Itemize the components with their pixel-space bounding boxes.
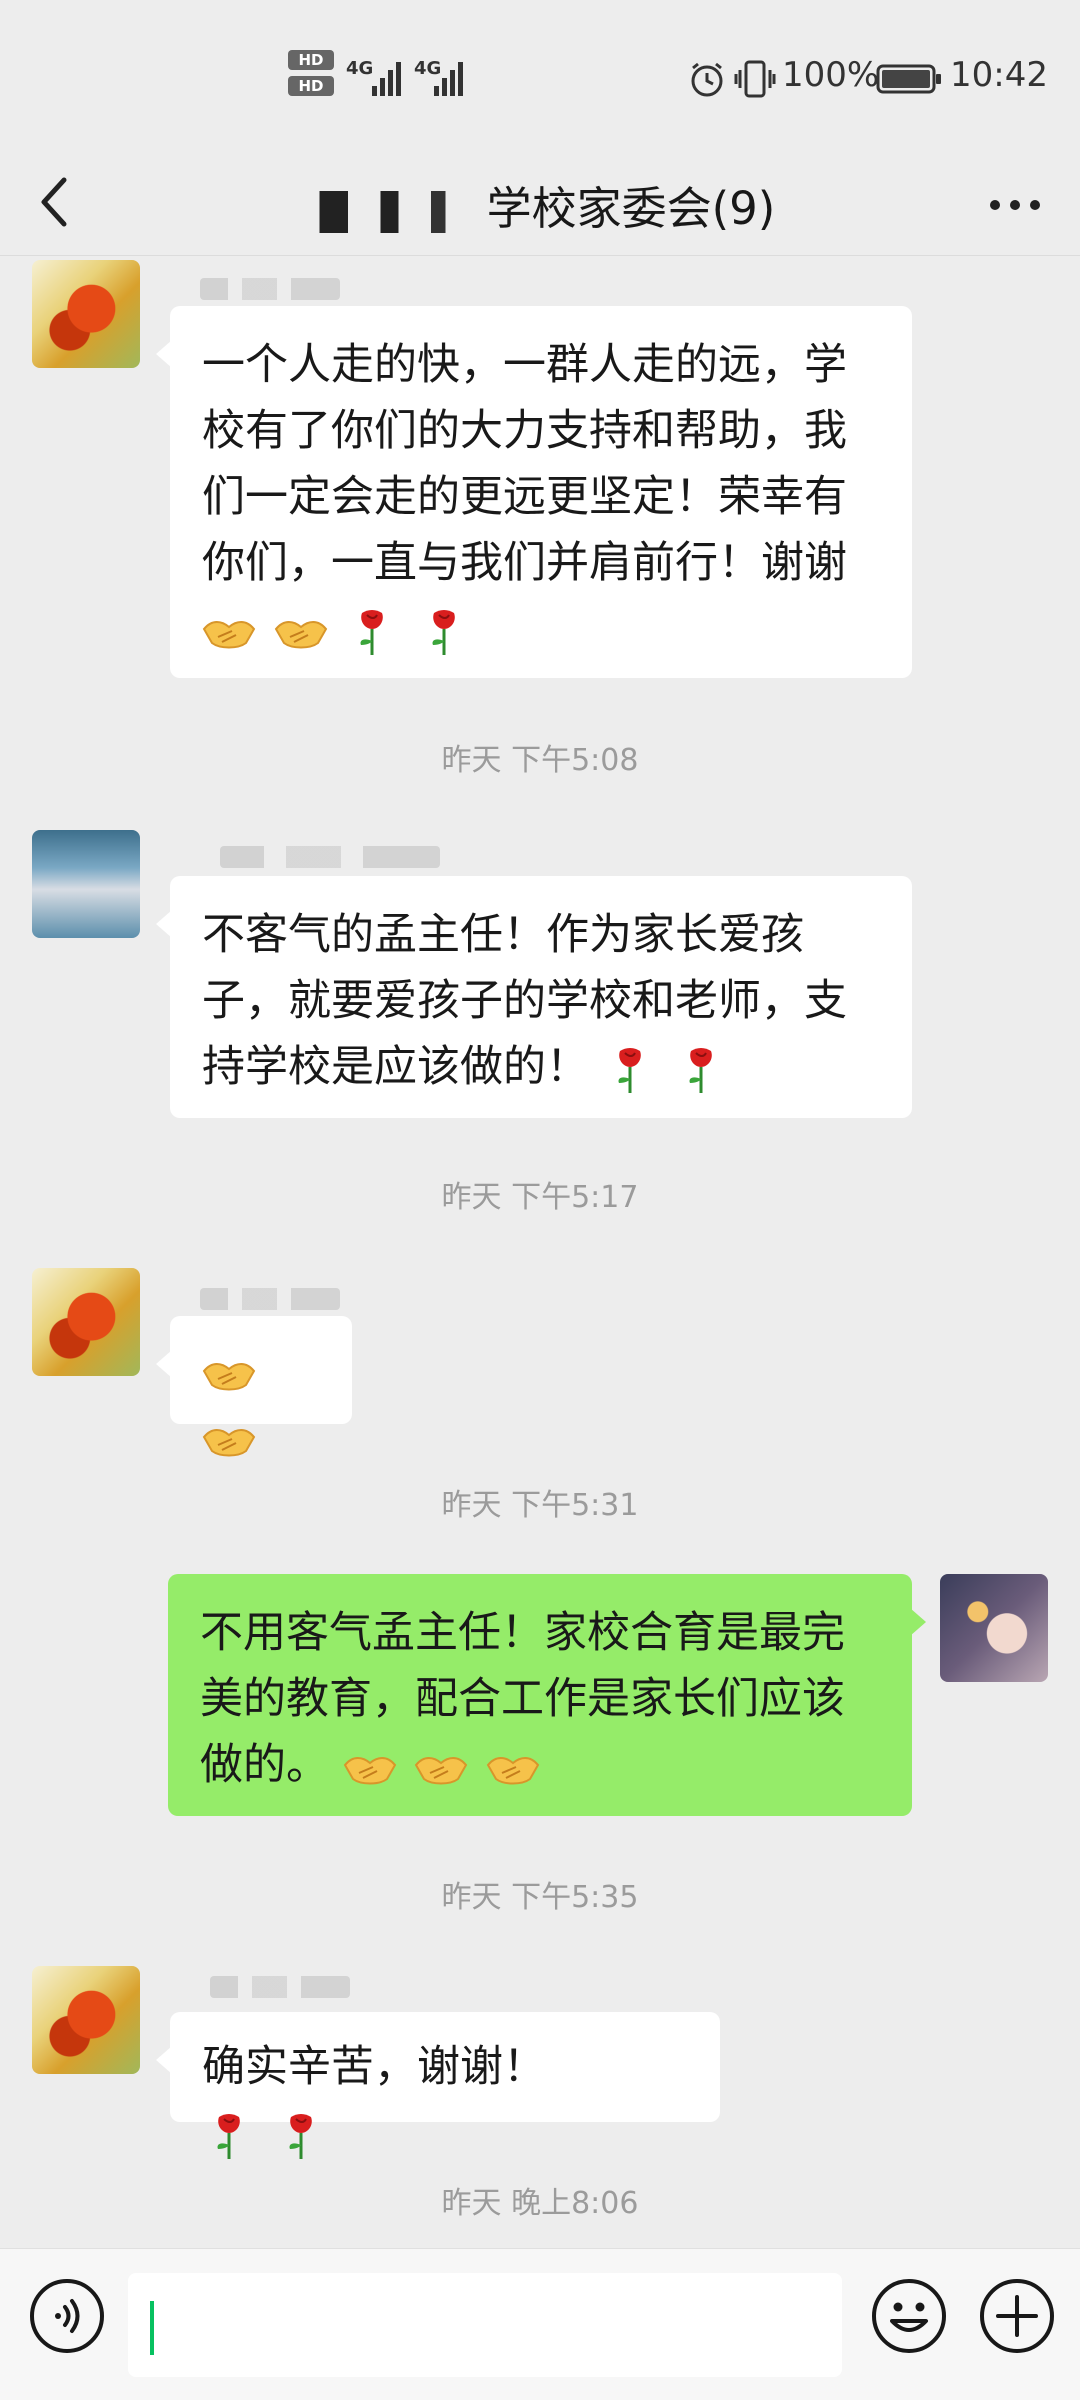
handshake-emoji <box>486 1756 540 1784</box>
sender-name-redaction <box>220 846 440 868</box>
sender-name-redaction <box>200 1288 340 1310</box>
message-text: 确实辛苦，谢谢！ <box>202 2042 546 2092</box>
emoji-icon[interactable] <box>870 2277 948 2355</box>
emoji-row <box>343 1732 544 1798</box>
handshake-emoji <box>202 620 256 648</box>
handshake-emoji <box>274 620 327 648</box>
message-text: 不客气的孟主任！作为家长爱孩子，就要爱孩子的学校和老师，支持学校是应该做的！ <box>202 910 847 1092</box>
message-bubble[interactable]: 不客气的孟主任！作为家长爱孩子，就要爱孩子的学校和老师，支持学校是应该做的！ <box>156 876 912 1118</box>
emoji-row <box>202 2100 332 2166</box>
status-bar: HD HD 4G 4G 100% 10:42 <box>0 0 1080 150</box>
text-caret <box>150 2301 154 2355</box>
input-bar <box>0 2248 1080 2400</box>
handshake-emoji <box>415 1756 468 1784</box>
plus-icon[interactable] <box>978 2277 1056 2355</box>
message-bubble[interactable]: 一个人走的快，一群人走的远，学校有了你们的大力支持和帮助，我们一定会走的更远更坚… <box>156 306 912 678</box>
battery-percent: 100% <box>782 55 880 95</box>
handshake-emoji <box>202 1428 256 1456</box>
signal-1-icon <box>372 62 401 96</box>
timestamp: 昨天 下午5:08 <box>441 743 639 778</box>
hd-2-label: HD <box>288 76 334 96</box>
clock: 10:42 <box>950 55 1048 95</box>
alarm-icon <box>691 62 723 97</box>
sender-name-redaction <box>200 278 340 300</box>
handshake-emoji <box>343 1756 396 1784</box>
rose-emoji <box>432 609 455 655</box>
rose-emoji <box>289 2113 312 2159</box>
chat-title-text: 学校家委会(9) <box>486 182 776 235</box>
more-options-icon[interactable] <box>980 180 1050 230</box>
emoji-row <box>202 1338 320 1470</box>
back-icon[interactable] <box>28 162 88 242</box>
message-input[interactable] <box>128 2273 842 2377</box>
self-avatar[interactable] <box>940 1574 1048 1682</box>
timestamp: 昨天 下午5:17 <box>441 1180 639 1215</box>
hd-badge: HD HD <box>288 50 340 102</box>
message-bubble[interactable] <box>156 1316 352 1456</box>
message-text: 一个人走的快，一群人走的远，学校有了你们的大力支持和帮助，我们一定会走的更远更坚… <box>202 340 847 588</box>
avatar[interactable] <box>32 260 140 368</box>
rose-emoji <box>689 1047 713 1093</box>
avatar[interactable] <box>32 1966 140 2074</box>
hd-1-label: HD <box>288 50 334 70</box>
title-redaction <box>304 191 485 233</box>
avatar[interactable] <box>32 830 140 938</box>
message-bubble[interactable]: 确实辛苦，谢谢！ <box>156 2012 720 2159</box>
avatar[interactable] <box>32 1268 140 1376</box>
message-bubble[interactable]: 不用客气孟主任！家校合育是最完美的教育，配合工作是家长们应该做的。 <box>168 1574 926 1816</box>
handshake-emoji <box>202 1362 256 1390</box>
signal-2-icon <box>434 62 463 96</box>
chat-title: 学校家委会(9) <box>200 172 880 237</box>
title-bar: 学校家委会(9) <box>0 150 1080 256</box>
timestamp: 昨天 下午5:31 <box>441 1488 639 1523</box>
timestamp: 昨天 晚上8:06 <box>441 2186 639 2221</box>
emoji-row <box>202 596 475 662</box>
timestamp: 昨天 下午5:35 <box>441 1880 639 1915</box>
battery-icon <box>876 64 941 94</box>
rose-emoji <box>618 1047 641 1093</box>
voice-icon[interactable] <box>28 2277 106 2355</box>
rose-emoji <box>360 609 384 655</box>
vibrate-icon <box>734 60 776 98</box>
emoji-row <box>603 1034 733 1100</box>
rose-emoji <box>217 2113 240 2159</box>
sender-name-redaction <box>210 1976 350 1998</box>
chat-screen: HD HD 4G 4G 100% 10:42 学校家委会(9) 一个人走的快，一… <box>0 0 1080 2400</box>
